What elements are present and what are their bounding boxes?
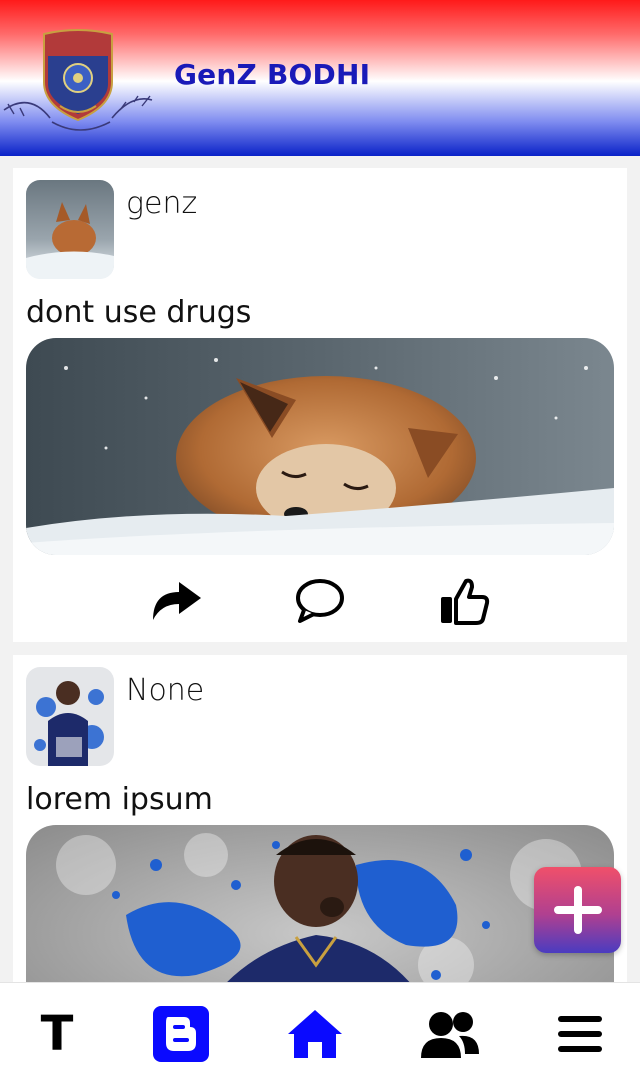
app-brand-title: GenZ BODHI — [174, 58, 371, 91]
post-text: lorem ipsum — [26, 782, 213, 817]
post-username[interactable]: None — [126, 673, 204, 708]
post-card: genz dont use drugs — [13, 168, 627, 642]
fox-avatar[interactable] — [26, 180, 114, 279]
plus-icon — [553, 886, 602, 934]
nav-menu-button[interactable] — [548, 1003, 612, 1065]
app-header: GenZ BODHI — [0, 0, 640, 156]
post-actions — [13, 573, 627, 633]
text-icon: T — [40, 1006, 74, 1062]
bottom-navigation: T — [0, 982, 640, 1084]
post-username[interactable]: genz — [126, 186, 197, 221]
post-feed[interactable]: genz dont use drugs None lorem ipsum — [0, 156, 640, 982]
nav-blogger-button[interactable] — [149, 1003, 213, 1065]
blogger-icon — [153, 1006, 209, 1062]
nav-text-button[interactable]: T — [25, 1003, 89, 1065]
comment-icon[interactable] — [290, 573, 350, 629]
users-icon — [421, 1012, 479, 1058]
share-icon[interactable] — [146, 573, 206, 629]
add-post-button[interactable] — [534, 867, 621, 953]
narcotics-bureau-emblem-icon — [0, 22, 160, 132]
thumbs-up-icon[interactable] — [434, 573, 494, 629]
home-icon — [288, 1010, 342, 1058]
sleeping-fox-in-snow-photo[interactable] — [26, 338, 614, 555]
menu-icon — [558, 1016, 602, 1052]
post-text: dont use drugs — [26, 295, 252, 330]
nav-home-button[interactable] — [283, 1003, 347, 1065]
football-player-paint-splash-photo[interactable] — [26, 825, 614, 982]
nav-users-button[interactable] — [418, 1003, 482, 1065]
football-player-avatar[interactable] — [26, 667, 114, 766]
